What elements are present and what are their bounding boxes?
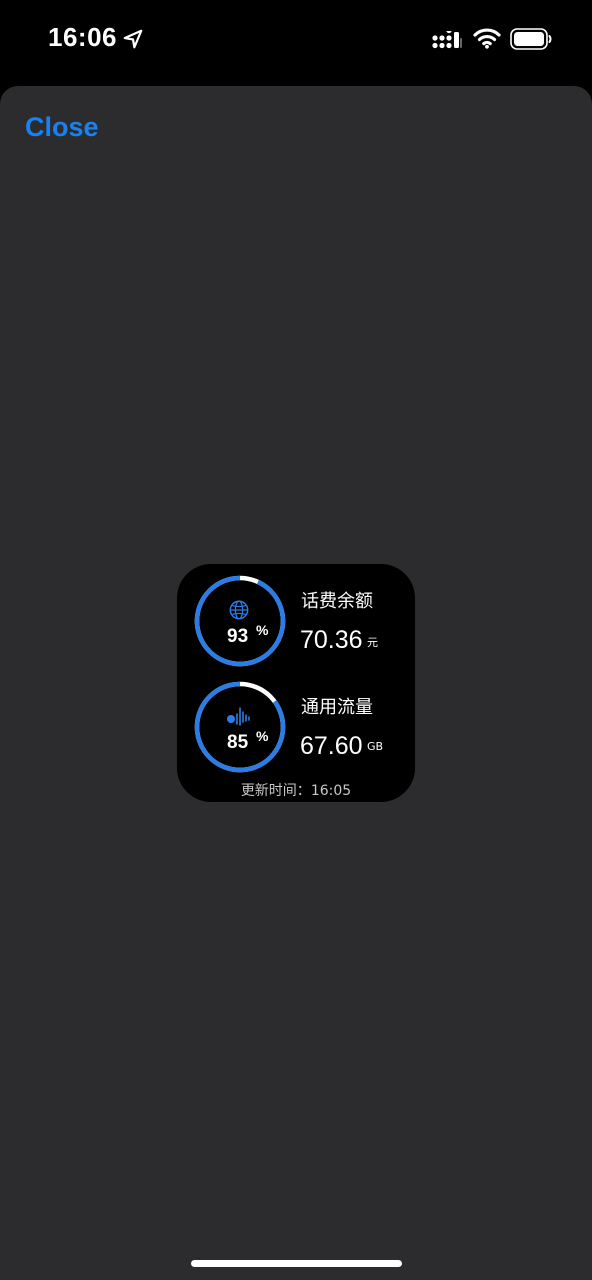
modal-sheet: Close 93 % 话费余额 70.36 元 85 % 通用流量 67.60 … (0, 86, 592, 1280)
home-indicator (191, 1260, 402, 1267)
balance-percent-unit: % (256, 622, 269, 638)
data-unit: GB (367, 740, 384, 753)
update-time-row: 更新时间：16:05 (177, 780, 415, 800)
balance-percent: 93 (227, 626, 249, 647)
update-time-label: 更新时间： (240, 783, 311, 799)
balance-progress-ring (194, 575, 286, 667)
balance-widget[interactable]: 93 % 话费余额 70.36 元 85 % 通用流量 67.60 GB 更新时… (177, 564, 415, 802)
battery-icon (510, 28, 552, 50)
cellular-signal-icon (432, 31, 462, 49)
audio-wave-icon (227, 707, 250, 726)
data-percent-unit: % (256, 728, 269, 744)
balance-label: 话费余额 (301, 591, 373, 612)
balance-unit: 元 (367, 636, 378, 649)
update-time-value: 16:05 (310, 783, 352, 799)
globe-icon (229, 600, 249, 620)
data-percent: 85 (227, 732, 249, 753)
status-bar: 16:06 (0, 0, 592, 86)
status-time: 16:06 (48, 22, 117, 52)
close-button[interactable]: Close (25, 112, 99, 143)
data-progress-ring (194, 681, 286, 773)
balance-value: 70.36 (300, 626, 363, 654)
data-label: 通用流量 (301, 697, 373, 718)
data-value: 67.60 (300, 732, 363, 760)
location-arrow-icon (123, 29, 143, 49)
wifi-icon (473, 28, 501, 49)
